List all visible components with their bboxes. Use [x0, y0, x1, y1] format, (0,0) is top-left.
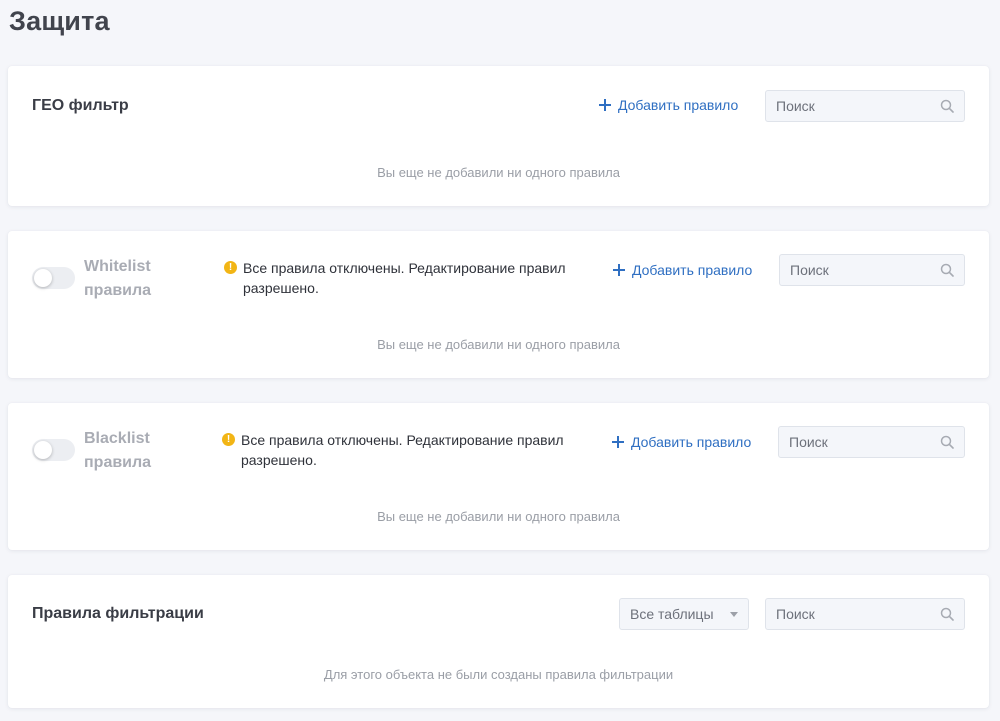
- toggle-knob: [34, 441, 52, 459]
- whitelist-add-rule-label: Добавить правило: [632, 262, 753, 278]
- whitelist-search-box: [779, 254, 965, 286]
- plus-icon: [599, 99, 611, 111]
- geo-empty-message: Вы еще не добавили ни одного правила: [377, 165, 620, 180]
- plus-icon: [612, 436, 624, 448]
- blacklist-add-rule-label: Добавить правило: [631, 434, 752, 450]
- blacklist-notice-text: Все правила отключены. Редактирование пр…: [241, 432, 564, 468]
- whitelist-search-input[interactable]: [790, 255, 936, 285]
- whitelist-title: Whitelist правила: [84, 258, 152, 299]
- tables-dropdown[interactable]: Все таблицы: [619, 598, 749, 630]
- info-icon: !: [224, 261, 237, 274]
- tables-dropdown-value: Все таблицы: [630, 606, 714, 622]
- filtering-rules-title: Правила фильтрации: [32, 605, 204, 622]
- whitelist-toggle[interactable]: [32, 267, 75, 289]
- caret-down-icon: [730, 612, 738, 617]
- whitelist-notice: ! Все правила отключены. Редактирование …: [224, 258, 603, 298]
- whitelist-notice-text: Все правила отключены. Редактирование пр…: [243, 260, 566, 296]
- blacklist-search-input[interactable]: [789, 427, 936, 457]
- geo-search-box: [765, 90, 965, 122]
- geo-add-rule-button[interactable]: Добавить правило: [599, 97, 738, 113]
- plus-icon: [613, 264, 625, 276]
- search-icon[interactable]: [940, 263, 954, 277]
- blacklist-toggle[interactable]: [32, 439, 75, 461]
- blacklist-add-rule-button[interactable]: Добавить правило: [612, 434, 751, 450]
- page-title: Защита: [9, 6, 110, 36]
- search-icon[interactable]: [940, 435, 954, 449]
- geo-filter-title: ГЕО фильтр: [32, 97, 129, 114]
- toggle-knob: [34, 269, 52, 287]
- geo-filter-card: ГЕО фильтр Добавить правило Вы еще не до…: [8, 66, 989, 206]
- geo-search-input[interactable]: [776, 91, 936, 121]
- blacklist-card: Blacklist правила ! Все правила отключен…: [8, 403, 989, 550]
- blacklist-empty-message: Вы еще не добавили ни одного правила: [377, 509, 620, 524]
- search-icon[interactable]: [940, 99, 954, 113]
- blacklist-title: Blacklist правила: [84, 430, 152, 471]
- whitelist-add-rule-button[interactable]: Добавить правило: [613, 262, 752, 278]
- whitelist-card: Whitelist правила ! Все правила отключен…: [8, 231, 989, 378]
- search-icon[interactable]: [940, 607, 954, 621]
- blacklist-search-box: [778, 426, 965, 458]
- filtering-search-box: [765, 598, 965, 630]
- blacklist-notice: ! Все правила отключены. Редактирование …: [222, 430, 601, 470]
- filtering-empty-message: Для этого объекта не были созданы правил…: [323, 667, 674, 682]
- info-icon: !: [222, 433, 235, 446]
- geo-add-rule-label: Добавить правило: [618, 97, 739, 113]
- filtering-search-input[interactable]: [776, 599, 936, 629]
- filtering-rules-card: Правила фильтрации Все таблицы Для этого…: [8, 575, 989, 708]
- whitelist-empty-message: Вы еще не добавили ни одного правила: [377, 337, 620, 352]
